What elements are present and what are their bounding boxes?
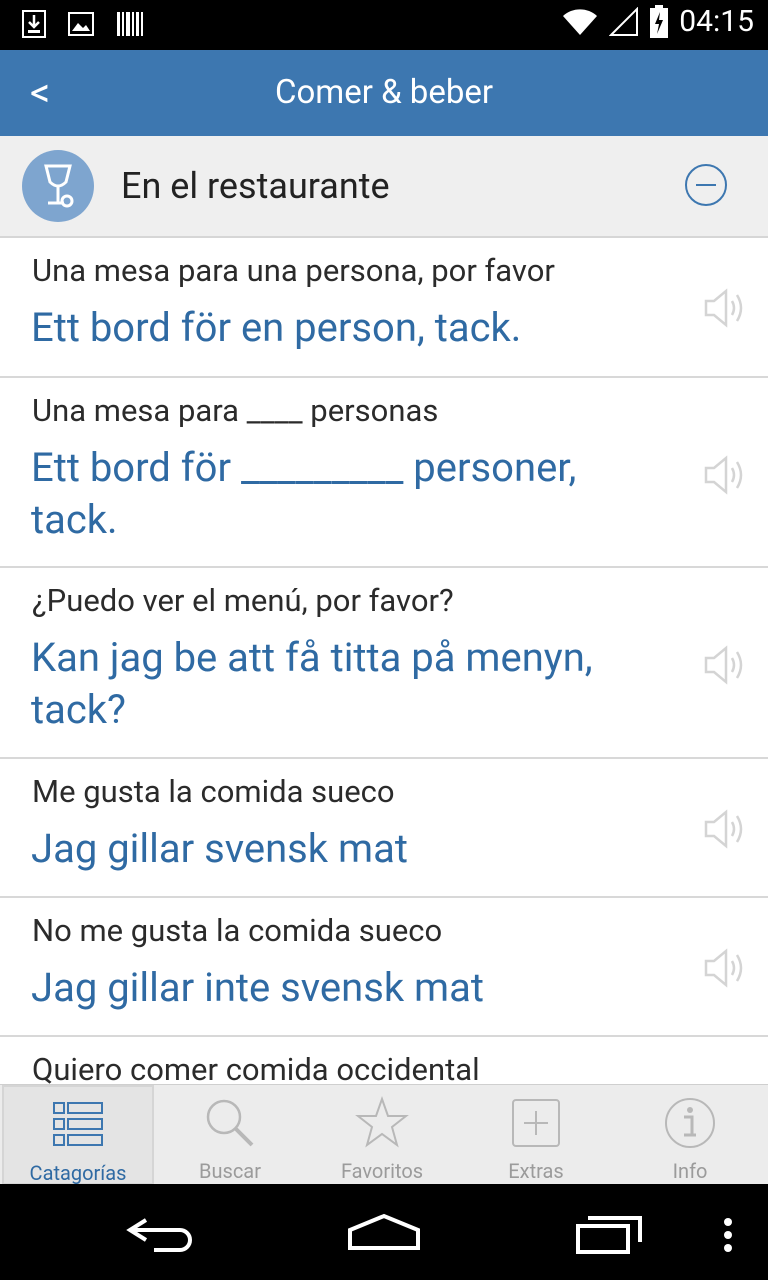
speaker-icon[interactable] [702,643,748,687]
speaker-icon[interactable] [702,946,748,990]
list-item[interactable]: No me gusta la comida sueco Jag gillar i… [0,898,768,1037]
status-bar: 04:15 [0,0,768,50]
list-item[interactable]: ¿Puedo ver el menú, por favor? Kan jag b… [0,568,768,759]
bottom-tab-bar: Catagorías Buscar Favoritos Extras Info [0,1084,768,1185]
phrase-source: ¿Puedo ver el menú, por favor? [32,582,454,619]
speaker-icon[interactable] [702,453,748,497]
tab-label: Buscar [199,1159,261,1183]
notification-icons [22,10,144,38]
plus-box-icon [512,1099,560,1147]
back-nav-icon[interactable] [124,1202,196,1262]
tab-info[interactable]: Info [614,1085,766,1185]
tab-label: Favoritos [340,1159,424,1183]
phrase-source: Me gusta la comida sueco [32,773,395,810]
battery-icon [650,4,669,38]
clock: 04:15 [679,4,754,39]
wifi-icon [563,8,598,35]
barcode-icon [117,12,143,36]
page-title: Comer & beber [274,73,494,112]
overflow-menu-icon[interactable] [718,1202,738,1262]
tab-favoritos[interactable]: Favoritos [306,1085,458,1185]
speaker-icon[interactable] [702,286,748,330]
list-item[interactable]: Una mesa para ____ personas Ett bord för… [0,378,768,568]
phrase-translation: Ett bord för en person, tack. [31,304,522,351]
category-title: En el restaurante [121,165,390,207]
tab-label: Info [672,1159,708,1183]
home-nav-icon[interactable] [346,1202,422,1262]
phrase-list[interactable]: En el restaurante Una mesa para una pers… [0,136,768,1084]
phrase-source: Una mesa para ____ personas [32,392,439,429]
phrase-translation: Jag gillar svensk mat [31,825,408,872]
phrase-source: No me gusta la comida sueco [32,912,443,949]
tab-label: Extras [508,1159,564,1183]
speaker-icon[interactable] [702,807,748,851]
wine-glass-icon [44,164,74,208]
tab-categorias[interactable]: Catagorías [2,1085,154,1185]
phrase-source: Una mesa para una persona, por favor [32,252,555,289]
phrase-translation: Jag gillar inte svensk mat [31,964,484,1011]
list-item[interactable]: Una mesa para una persona, por favor Ett… [0,238,768,378]
search-icon [206,1099,254,1147]
phrase-source: Quiero comer comida occidental [32,1051,480,1084]
category-header[interactable]: En el restaurante [0,136,768,238]
phrase-translation: Ett bord för _________ personer, tack. [31,444,577,543]
download-icon [22,10,46,38]
recents-nav-icon[interactable] [574,1202,646,1262]
list-item[interactable]: Me gusta la comida sueco Jag gillar sven… [0,759,768,898]
collapse-icon[interactable] [684,163,728,207]
info-icon [665,1098,715,1148]
list-item[interactable]: Quiero comer comida occidental [0,1037,768,1084]
star-icon [355,1095,409,1148]
system-nav-bar [0,1184,768,1280]
app-bar: < Comer & beber [0,50,768,136]
tab-buscar[interactable]: Buscar [154,1085,306,1185]
image-icon [68,12,94,36]
phrase-translation: Kan jag be att få titta på menyn, tack? [31,634,593,733]
signal-icon [609,6,639,36]
list-icon [53,1102,103,1146]
category-icon [22,150,94,222]
system-icons: 04:15 [561,4,754,39]
tab-label: Catagorías [29,1161,127,1185]
tab-extras[interactable]: Extras [460,1085,612,1185]
